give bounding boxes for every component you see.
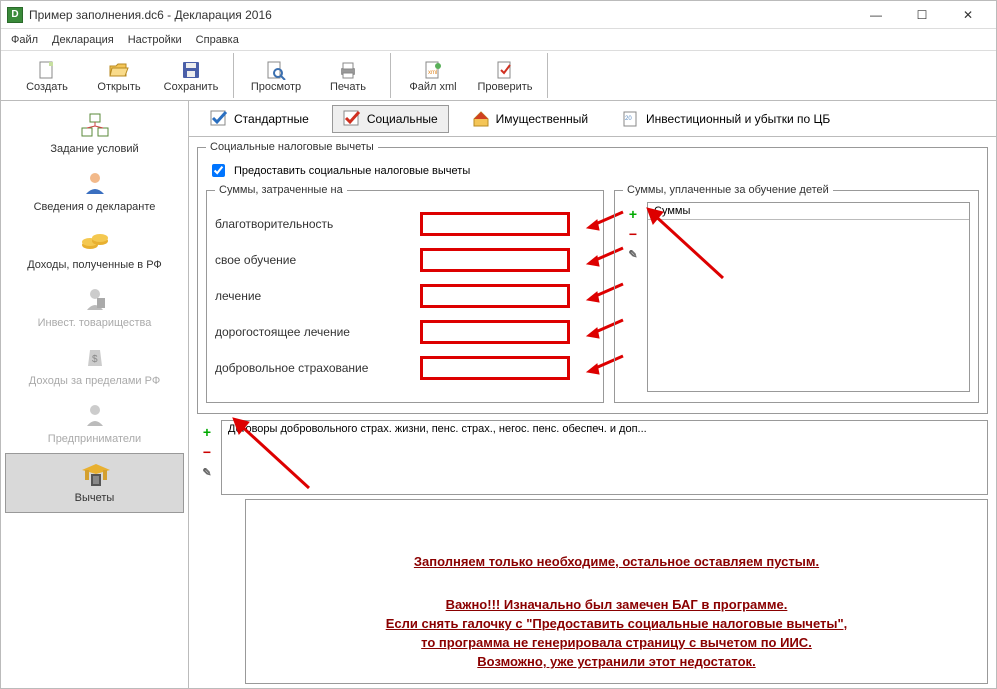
titlebar: D Пример заполнения.dc6 - Декларация 201… <box>1 1 996 29</box>
charity-input[interactable] <box>420 212 570 236</box>
svg-text:20: 20 <box>625 116 632 122</box>
menu-declaration[interactable]: Декларация <box>52 34 114 46</box>
person-icon <box>79 169 111 197</box>
app-icon: D <box>7 7 23 23</box>
open-button[interactable]: Открыть <box>83 53 155 98</box>
open-folder-icon <box>107 59 131 81</box>
edit-contract-button[interactable]: ✎ <box>199 464 215 480</box>
coins-icon <box>79 227 111 255</box>
sidebar-conditions[interactable]: Задание условий <box>1 105 188 163</box>
maximize-button[interactable]: ☐ <box>900 5 944 25</box>
sidebar-income-foreign[interactable]: $ Доходы за пределами РФ <box>1 337 188 395</box>
remove-child-sum-button[interactable]: − <box>625 226 641 242</box>
expensive-treatment-input[interactable] <box>420 320 570 344</box>
main-area: Стандартные Социальные Имущественный <box>189 101 996 688</box>
svg-text:$: $ <box>92 354 98 365</box>
contracts-section: + − ✎ Договоры добровольного страх. жизн… <box>197 420 988 684</box>
provide-social-checkbox[interactable] <box>212 164 225 177</box>
children-education-group: Суммы, уплаченные за обучение детей + − … <box>614 184 979 403</box>
window-title: Пример заполнения.dc6 - Декларация 2016 <box>29 8 854 22</box>
menubar: Файл Декларация Настройки Справка <box>1 29 996 51</box>
xml-file-icon: xml <box>421 59 445 81</box>
close-button[interactable]: ✕ <box>946 5 990 25</box>
contracts-list-header[interactable]: Договоры добровольного страх. жизни, пен… <box>221 420 988 495</box>
sidebar-deductions[interactable]: Вычеты <box>5 453 184 513</box>
new-file-icon <box>35 59 59 81</box>
provide-social-label: Предоставить социальные налоговые вычеты <box>234 165 470 177</box>
spent-on-legend: Суммы, затраченные на <box>215 184 347 196</box>
children-legend: Суммы, уплаченные за обучение детей <box>623 184 833 196</box>
body-area: Задание условий Сведения о декларанте До… <box>1 101 996 688</box>
create-button[interactable]: Создать <box>11 53 83 98</box>
sidebar-entrepreneurs[interactable]: Предприниматели <box>1 395 188 453</box>
note-area: Заполняем только необходиме, остальное о… <box>245 499 988 684</box>
voluntary-insurance-label: добровольное страхование <box>215 361 420 375</box>
arrow-icon <box>645 206 735 286</box>
add-contract-button[interactable]: + <box>199 424 215 440</box>
spent-on-group: Суммы, затраченные на благотворительност… <box>206 184 604 403</box>
toolbar: Создать Открыть Сохранить Просмотр <box>1 51 996 101</box>
svg-text:xml: xml <box>428 70 437 76</box>
remove-contract-button[interactable]: − <box>199 444 215 460</box>
contracts-toolbar: + − ✎ <box>197 420 217 480</box>
tab-social[interactable]: Социальные <box>332 105 449 133</box>
social-group-legend: Социальные налоговые вычеты <box>206 141 378 153</box>
social-deductions-group: Социальные налоговые вычеты Предоставить… <box>197 141 988 414</box>
treatment-label: лечение <box>215 289 420 303</box>
own-education-input[interactable] <box>420 248 570 272</box>
printer-icon <box>336 59 360 81</box>
content-area: Социальные налоговые вычеты Предоставить… <box>189 137 996 688</box>
tabbar: Стандартные Социальные Имущественный <box>189 101 996 137</box>
deductions-icon <box>79 460 111 488</box>
tab-standard[interactable]: Стандартные <box>199 105 320 133</box>
menu-file[interactable]: Файл <box>11 34 38 46</box>
save-floppy-icon <box>179 59 203 81</box>
sidebar-income-rf[interactable]: Доходы, полученные в РФ <box>1 221 188 279</box>
tab-property[interactable]: Имущественный <box>461 105 599 133</box>
save-button[interactable]: Сохранить <box>155 53 227 98</box>
note-line-2: Важно!!! Изначально был замечен БАГ в пр… <box>276 597 957 612</box>
sidebar-invest[interactable]: Инвест. товарищества <box>1 279 188 337</box>
magnifier-doc-icon <box>264 59 288 81</box>
money-bag-icon: $ <box>79 343 111 371</box>
app-window: D Пример заполнения.dc6 - Декларация 201… <box>0 0 997 689</box>
menu-help[interactable]: Справка <box>196 34 239 46</box>
note-line-4: то программа не генерировала страницу с … <box>276 635 957 650</box>
voluntary-insurance-input[interactable] <box>420 356 570 380</box>
check-button[interactable]: Проверить <box>469 53 541 98</box>
entrepreneur-icon <box>79 401 111 429</box>
checkbox-red-icon <box>343 110 361 128</box>
check-doc-icon <box>493 59 517 81</box>
menu-settings[interactable]: Настройки <box>128 34 182 46</box>
own-education-label: свое обучение <box>215 253 420 267</box>
add-child-sum-button[interactable]: + <box>625 206 641 222</box>
sidebar-declarant[interactable]: Сведения о декларанте <box>1 163 188 221</box>
print-button[interactable]: Печать <box>312 53 384 98</box>
note-line-1: Заполняем только необходиме, остальное о… <box>276 554 957 569</box>
checkbox-blue-icon <box>210 110 228 128</box>
doc-small-icon: 20 <box>622 110 640 128</box>
tab-investment[interactable]: 20 Инвестиционный и убытки по ЦБ <box>611 105 841 133</box>
minimize-button[interactable]: — <box>854 5 898 25</box>
note-line-5: Возможно, уже устранили этот недостаток. <box>276 654 957 669</box>
house-icon <box>472 110 490 128</box>
treatment-input[interactable] <box>420 284 570 308</box>
expensive-treatment-label: дорогостоящее лечение <box>215 325 420 339</box>
conditions-icon <box>79 111 111 139</box>
charity-label: благотворительность <box>215 217 420 231</box>
preview-button[interactable]: Просмотр <box>240 53 312 98</box>
sidebar: Задание условий Сведения о декларанте До… <box>1 101 189 688</box>
edit-child-sum-button[interactable]: ✎ <box>625 246 641 262</box>
filexml-button[interactable]: xml Файл xml <box>397 53 469 98</box>
invest-icon <box>79 285 111 313</box>
children-toolbar: + − ✎ <box>623 202 643 392</box>
note-line-3: Если снять галочку с "Предоставить социа… <box>276 616 957 631</box>
window-buttons: — ☐ ✕ <box>854 5 990 25</box>
arrow-icon <box>231 416 321 496</box>
